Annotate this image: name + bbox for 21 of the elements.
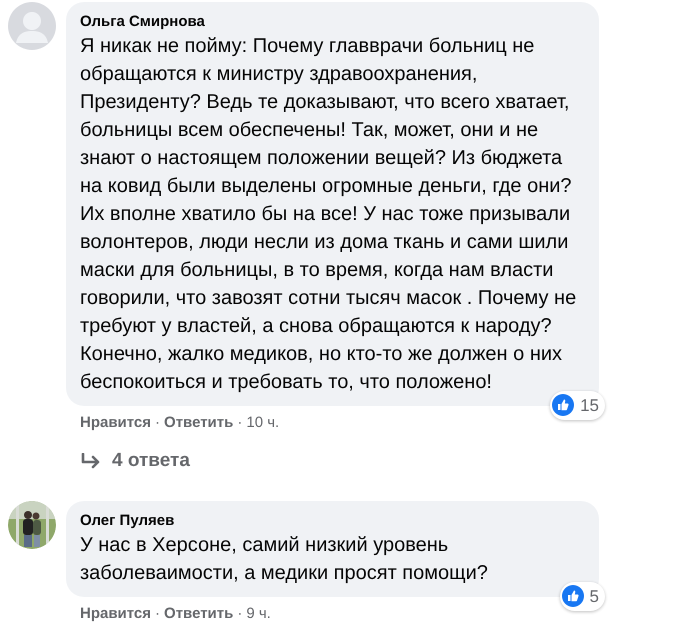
comment-text: У нас в Херсоне, самий низкий уровень заболеваимости, а медики просят помощи? xyxy=(80,533,489,586)
like-link[interactable]: Нравится xyxy=(80,412,152,434)
comment-time[interactable]: 9 ч. xyxy=(246,603,271,626)
separator-dot: · xyxy=(155,604,160,624)
view-replies-link[interactable]: 4 ответа xyxy=(66,446,190,475)
thumbs-up-icon xyxy=(552,394,574,416)
reaction-count: 15 xyxy=(580,394,599,416)
separator-dot: · xyxy=(237,413,242,433)
reaction-count-badge[interactable]: 15 xyxy=(550,390,605,420)
reply-arrow-icon xyxy=(80,452,102,469)
reaction-count-badge[interactable]: 5 xyxy=(560,582,605,611)
comment-author[interactable]: Олег Пуляев xyxy=(80,511,585,531)
reply-link[interactable]: Ответить xyxy=(164,412,234,434)
comment-time[interactable]: 10 ч. xyxy=(246,412,280,434)
separator-dot: · xyxy=(237,604,242,624)
comment-author[interactable]: Ольга Смирнова xyxy=(80,12,585,32)
like-link[interactable]: Нравится xyxy=(80,603,152,626)
thumbs-up-icon xyxy=(562,585,584,608)
reply-link[interactable]: Ответить xyxy=(164,603,234,626)
reaction-count: 5 xyxy=(590,586,599,608)
separator-dot: · xyxy=(155,413,160,433)
